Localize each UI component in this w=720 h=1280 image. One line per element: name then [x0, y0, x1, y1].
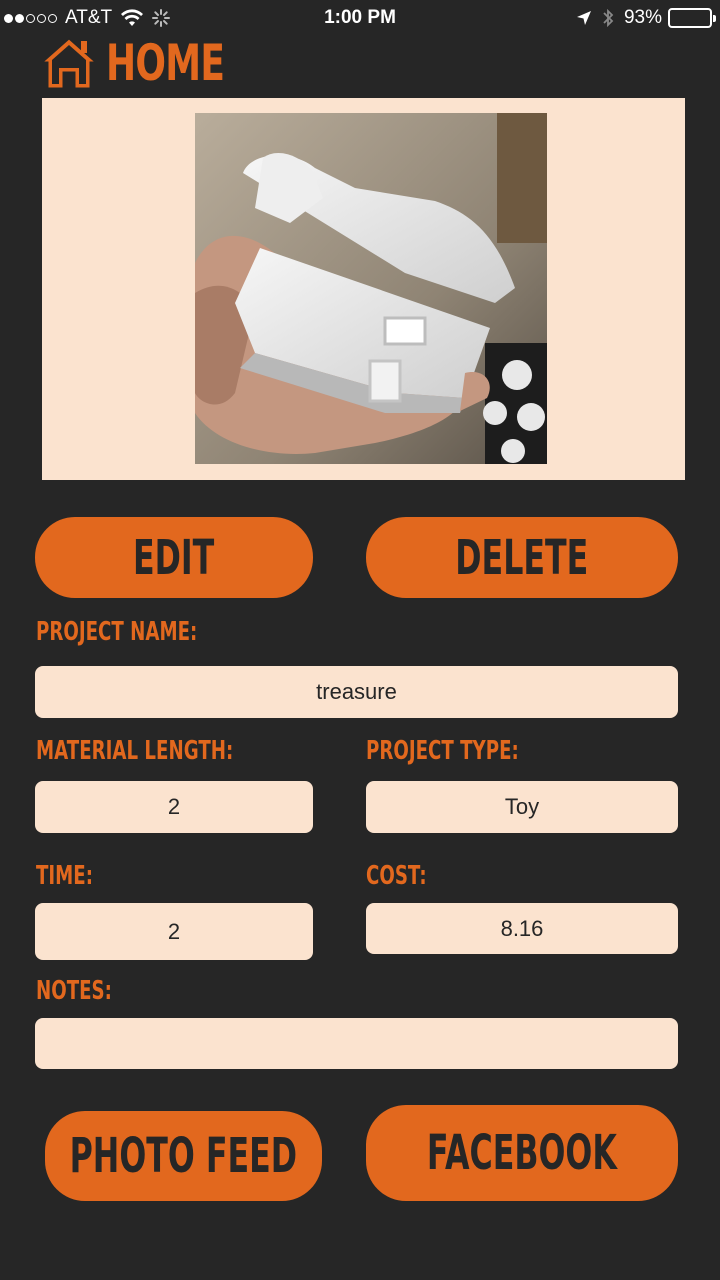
facebook-button[interactable]: FACEBOOK [366, 1105, 678, 1201]
home-label: HOME [106, 34, 225, 92]
notes-label: NOTES: [36, 976, 112, 1006]
notes-field[interactable] [35, 1018, 678, 1069]
photo-feed-button-label: PHOTO FEED [69, 1128, 298, 1184]
status-right: 93% [576, 7, 716, 29]
cost-label: COST: [366, 861, 427, 891]
project-name-field[interactable]: treasure [35, 666, 678, 718]
edit-button-label: EDIT [133, 529, 215, 586]
time-field[interactable]: 2 [35, 903, 313, 960]
project-photo[interactable] [195, 113, 547, 464]
location-arrow-icon [576, 10, 592, 26]
battery-percentage: 93% [623, 7, 662, 28]
time-label: TIME: [36, 861, 94, 891]
delete-button-label: DELETE [455, 529, 589, 586]
home-button[interactable]: HOME [40, 33, 270, 93]
material-length-label: MATERIAL LENGTH: [36, 736, 234, 766]
house-icon [40, 35, 98, 91]
material-length-field[interactable]: 2 [35, 781, 313, 833]
project-type-label: PROJECT TYPE: [366, 736, 519, 766]
facebook-button-label: FACEBOOK [427, 1125, 617, 1181]
cost-field[interactable]: 8.16 [366, 903, 678, 954]
photo-feed-button[interactable]: PHOTO FEED [45, 1111, 322, 1201]
battery-icon [668, 8, 716, 28]
project-detail-screen: AT&T 1:00 PM 93% HOME EDIT DELETE PROJEC… [0, 0, 720, 1280]
project-type-field[interactable]: Toy [366, 781, 678, 833]
delete-button[interactable]: DELETE [366, 517, 678, 598]
edit-button[interactable]: EDIT [35, 517, 313, 598]
project-name-label: PROJECT NAME: [36, 617, 198, 647]
bluetooth-icon [602, 8, 614, 28]
project-photo-frame [42, 98, 685, 480]
